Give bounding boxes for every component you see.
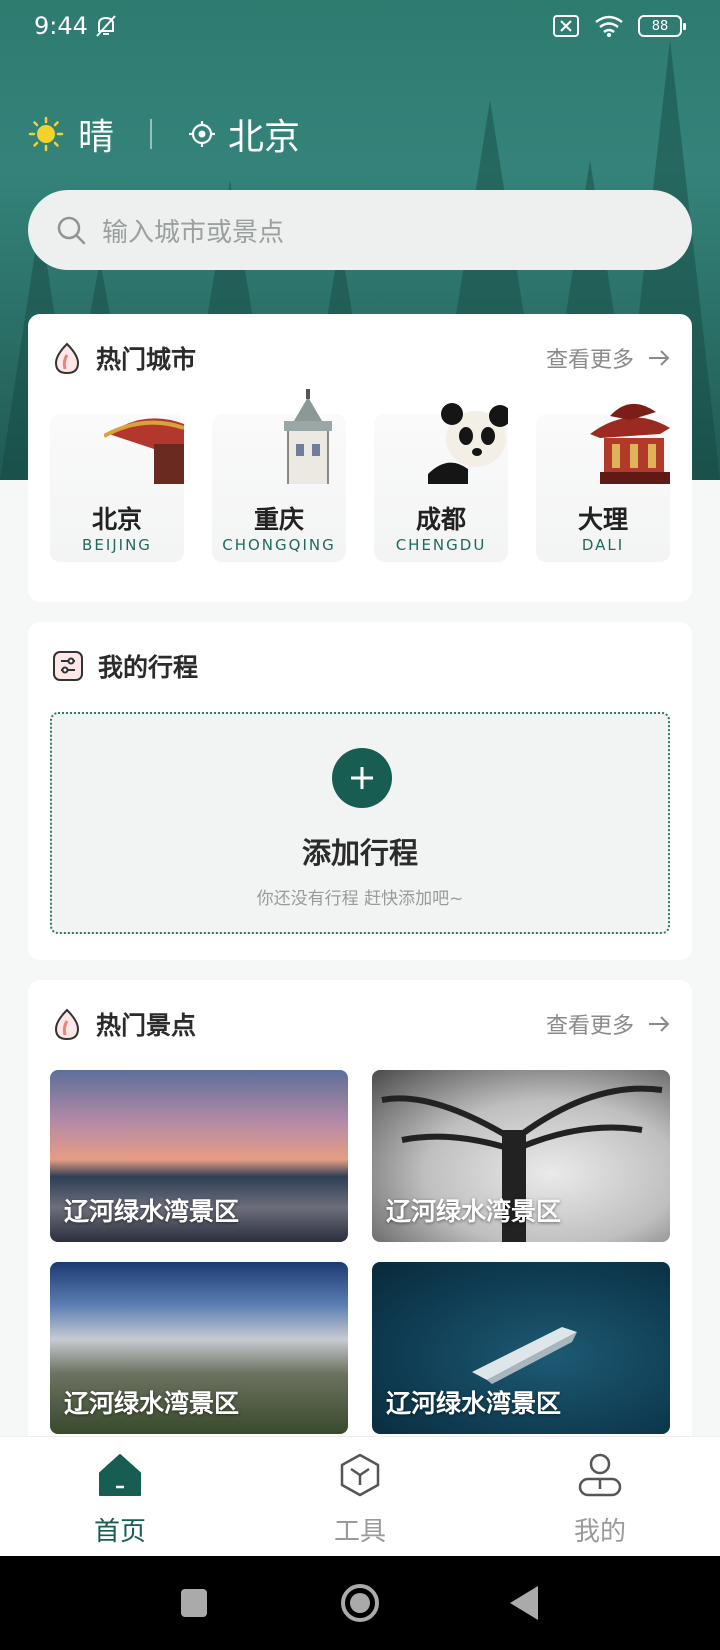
weather-location-row: 晴 北京 <box>28 108 300 160</box>
cube-icon <box>340 1453 380 1497</box>
nav-tools[interactable]: 工具 <box>240 1437 480 1556</box>
city-list: 北京 BEIJING 重庆 CHONGQING 成都 CHENGDU 大理 DA… <box>50 389 670 562</box>
back-button[interactable] <box>466 1556 586 1650</box>
spot-name: 辽河绿水湾景区 <box>386 1389 562 1418</box>
bottom-nav: 首页 工具 我的 <box>0 1436 720 1556</box>
home-button[interactable] <box>300 1556 420 1650</box>
arrow-right-icon <box>649 350 670 366</box>
sun-icon <box>28 116 64 152</box>
arrow-right-icon <box>649 1016 670 1032</box>
wifi-icon <box>595 15 623 37</box>
spot-name: 辽河绿水湾景区 <box>386 1197 562 1226</box>
pagoda-icon <box>590 403 670 484</box>
city-name-en: DALI <box>581 536 625 554</box>
city-name-en: CHENGDU <box>395 536 487 554</box>
peach-icon <box>54 342 80 375</box>
location-icon[interactable] <box>188 120 216 148</box>
tower-icon <box>284 389 332 484</box>
nav-home[interactable]: 首页 <box>0 1437 240 1556</box>
add-trip-area[interactable]: 添加行程 你还没有行程 赶快添加吧~ <box>50 712 670 934</box>
hot-spots-more-link[interactable]: 查看更多 <box>546 1008 670 1040</box>
status-bar: 9:44 88 <box>0 0 720 54</box>
spot-grid: 辽河绿水湾景区 辽河绿水湾景区 辽河绿水湾景区 辽河绿水湾景区 <box>50 1070 670 1434</box>
recents-button[interactable] <box>134 1556 254 1650</box>
search-placeholder: 输入城市或景点 <box>102 217 285 248</box>
spot-card[interactable]: 辽河绿水湾景区 <box>50 1070 348 1242</box>
system-nav-bar <box>0 1556 720 1650</box>
hot-spots-card: 热门景点 查看更多 辽河绿水湾景区 辽河绿水湾景区 辽河绿水湾景区 辽河绿水湾景… <box>28 980 692 1450</box>
divider <box>150 119 153 149</box>
add-trip-button[interactable] <box>332 748 392 808</box>
city-card-beijing[interactable]: 北京 BEIJING <box>50 414 184 562</box>
city-name-cn: 大理 <box>577 505 628 534</box>
hot-cities-card: 热门城市 查看更多 北京 BEIJING 重庆 CHONGQING 成都 CHE… <box>28 314 692 602</box>
spot-card[interactable]: 辽河绿水湾景区 <box>372 1262 670 1434</box>
add-trip-subtitle: 你还没有行程 赶快添加吧~ <box>256 889 464 909</box>
city-card-chengdu[interactable]: 成都 CHENGDU <box>374 403 508 562</box>
search-input[interactable]: 输入城市或景点 <box>28 190 692 270</box>
nav-home-label: 首页 <box>93 1517 146 1547</box>
hot-cities-title: 热门城市 <box>96 345 197 374</box>
my-trips-card: 我的行程 添加行程 你还没有行程 赶快添加吧~ <box>28 622 692 960</box>
hot-spots-title: 热门景点 <box>96 1011 197 1040</box>
mute-icon <box>96 15 116 37</box>
battery-level: 88 <box>651 18 669 34</box>
my-trips-title: 我的行程 <box>98 653 199 682</box>
spot-name: 辽河绿水湾景区 <box>64 1197 240 1226</box>
temple-roof-icon <box>104 418 184 484</box>
home-icon <box>99 1454 141 1496</box>
more-label: 查看更多 <box>545 1014 634 1039</box>
weather-condition: 晴 <box>78 117 115 158</box>
city-name-cn: 成都 <box>415 505 466 534</box>
user-icon <box>578 1453 622 1497</box>
spot-card[interactable]: 辽河绿水湾景区 <box>372 1070 670 1242</box>
nav-mine[interactable]: 我的 <box>480 1437 720 1556</box>
nav-mine-label: 我的 <box>573 1517 626 1547</box>
search-icon <box>57 216 86 245</box>
more-label: 查看更多 <box>545 348 634 373</box>
add-trip-title: 添加行程 <box>301 836 418 870</box>
city-name-en: CHONGQING <box>222 536 336 554</box>
sim-error-icon <box>553 15 579 37</box>
city-name-cn: 北京 <box>91 505 142 534</box>
peach-icon <box>54 1008 80 1041</box>
city-card-chongqing[interactable]: 重庆 CHONGQING <box>212 389 346 562</box>
city-name-en: BEIJING <box>82 536 152 554</box>
status-time: 9:44 <box>34 12 88 40</box>
city-card-dali[interactable]: 大理 DALI <box>536 403 670 562</box>
spot-card[interactable]: 辽河绿水湾景区 <box>50 1262 348 1434</box>
spot-name: 辽河绿水湾景区 <box>64 1389 240 1418</box>
panda-icon <box>428 403 508 484</box>
hot-cities-more-link[interactable]: 查看更多 <box>546 342 670 374</box>
current-city[interactable]: 北京 <box>228 108 300 160</box>
battery-icon: 88 <box>638 15 686 37</box>
nav-tools-label: 工具 <box>333 1517 386 1547</box>
city-name-cn: 重庆 <box>253 505 304 534</box>
itinerary-icon <box>53 651 83 681</box>
